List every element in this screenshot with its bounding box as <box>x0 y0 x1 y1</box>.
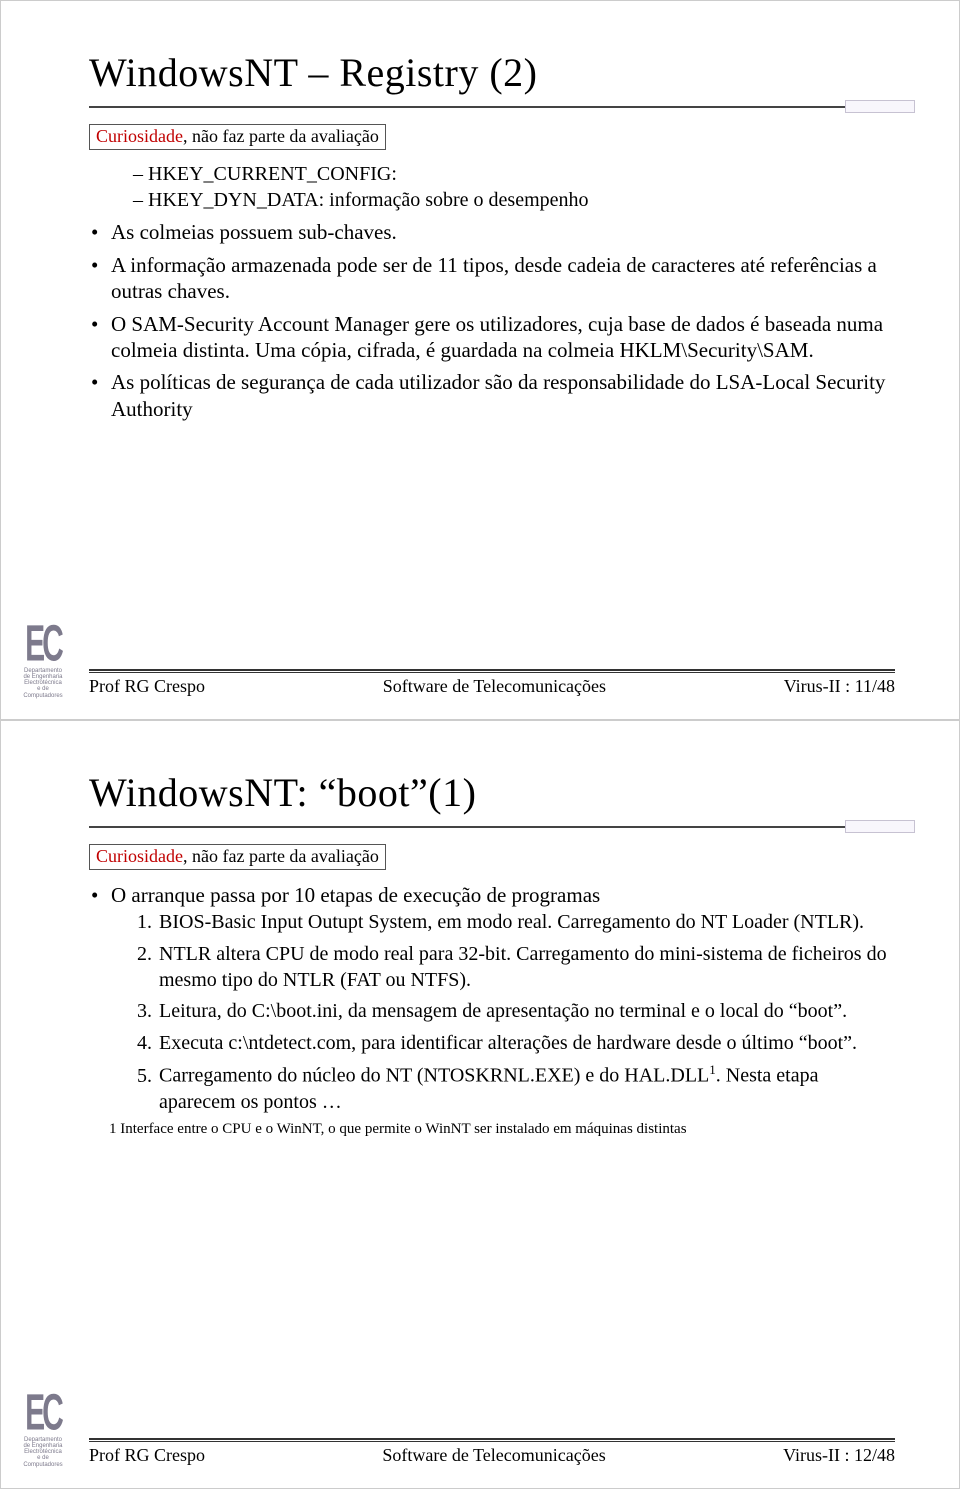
footer-page: Virus-II : 12/48 <box>783 1445 895 1466</box>
bullet-item: O SAM-Security Account Manager gere os u… <box>89 311 895 364</box>
title-accent-box <box>845 100 915 113</box>
bullet-intro-text: O arranque passa por 10 etapas de execuç… <box>111 883 600 907</box>
slide-footer: Prof RG Crespo Software de Telecomunicaç… <box>89 669 895 697</box>
num5-pre: Carregamento do núcleo do NT (NTOSKRNL.E… <box>159 1065 709 1087</box>
logo-line: Computadores <box>15 693 71 699</box>
note-rest: , não faz parte da avaliação <box>183 126 379 146</box>
note-rest: , não faz parte da avaliação <box>183 846 379 866</box>
slide-1: WindowsNT – Registry (2) Curiosidade, nã… <box>0 0 960 720</box>
dash-list: HKEY_CURRENT_CONFIG: HKEY_DYN_DATA: info… <box>133 162 895 213</box>
bullet-list: O arranque passa por 10 etapas de execuç… <box>89 882 895 1115</box>
bullet-list: As colmeias possuem sub-chaves. A inform… <box>89 219 895 422</box>
footer-author: Prof RG Crespo <box>89 676 205 697</box>
bullet-item: As colmeias possuem sub-chaves. <box>89 219 895 245</box>
slide-title: WindowsNT: “boot”(1) <box>89 769 895 816</box>
curiosity-note: Curiosidade, não faz parte da avaliação <box>89 124 386 150</box>
logo-line: Computadores <box>15 1462 71 1468</box>
slide-2: WindowsNT: “boot”(1) Curiosidade, não fa… <box>0 720 960 1489</box>
curiosity-note: Curiosidade, não faz parte da avaliação <box>89 844 386 870</box>
footer-course: Software de Telecomunicações <box>383 676 606 697</box>
numbered-item: Executa c:\ntdetect.com, para identifica… <box>157 1031 895 1057</box>
logo-big: EC <box>15 625 71 665</box>
note-red-word: Curiosidade <box>96 126 183 146</box>
numbered-item: Leitura, do C:\boot.ini, da mensagem de … <box>157 999 895 1025</box>
bullet-item: A informação armazenada pode ser de 11 t… <box>89 252 895 305</box>
numbered-item: Carregamento do núcleo do NT (NTOSKRNL.E… <box>157 1062 895 1115</box>
numbered-item: NTLR altera CPU de modo real para 32-bit… <box>157 942 895 993</box>
dash-item: HKEY_DYN_DATA: informação sobre o desemp… <box>133 188 895 214</box>
dept-logo: EC Departamento de Engenharia Electrotéc… <box>15 641 71 699</box>
slide-footer: Prof RG Crespo Software de Telecomunicaç… <box>89 1438 895 1466</box>
footnote: 1 Interface entre o CPU e o WinNT, o que… <box>109 1121 895 1138</box>
dept-logo: EC Departamento de Engenharia Electrotéc… <box>15 1410 71 1468</box>
numbered-item: BIOS-Basic Input Outupt System, em modo … <box>157 910 895 936</box>
footer-page: Virus-II : 11/48 <box>784 676 895 697</box>
footer-author: Prof RG Crespo <box>89 1445 205 1466</box>
title-rule <box>89 100 895 114</box>
note-red-word: Curiosidade <box>96 846 183 866</box>
logo-big: EC <box>15 1394 71 1434</box>
bullet-item: As políticas de segurança de cada utiliz… <box>89 369 895 422</box>
title-accent-box <box>845 820 915 833</box>
footer-course: Software de Telecomunicações <box>382 1445 605 1466</box>
numbered-list: BIOS-Basic Input Outupt System, em modo … <box>135 910 895 1115</box>
slide-title: WindowsNT – Registry (2) <box>89 49 895 96</box>
bullet-intro: O arranque passa por 10 etapas de execuç… <box>89 882 895 1115</box>
title-rule <box>89 820 895 834</box>
dash-item: HKEY_CURRENT_CONFIG: <box>133 162 895 188</box>
